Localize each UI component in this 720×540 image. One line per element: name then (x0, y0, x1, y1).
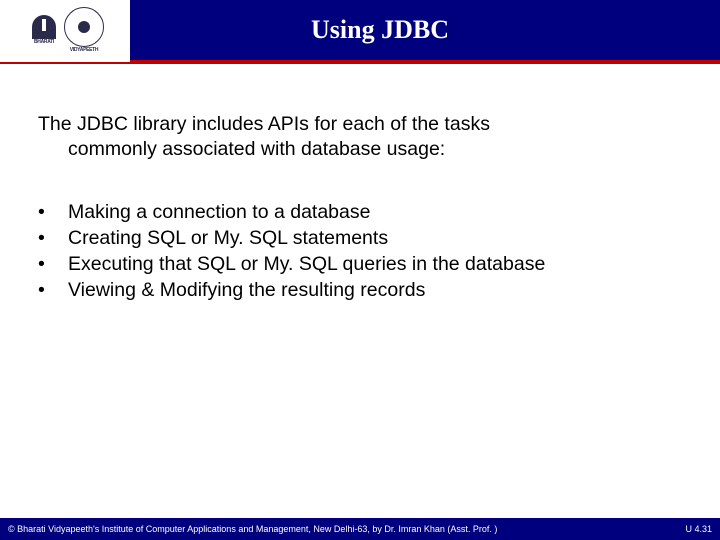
logo-text-right: VIDYAPEETH (66, 48, 102, 53)
logo-text-left: BHARATI (26, 40, 62, 45)
logo-emblem-right: VIDYAPEETH (64, 7, 104, 53)
slide-header: BHARATI VIDYAPEETH Using JDBC (0, 0, 720, 64)
intro-line-2: commonly associated with database usage: (38, 137, 682, 162)
list-item: •Making a connection to a database (38, 200, 682, 225)
logo: BHARATI VIDYAPEETH (0, 0, 130, 62)
list-item: •Executing that SQL or My. SQL queries i… (38, 252, 682, 277)
intro-text: The JDBC library includes APIs for each … (38, 112, 682, 162)
footer-copyright: © Bharati Vidyapeeth's Institute of Comp… (8, 524, 497, 534)
list-item: •Viewing & Modifying the resulting recor… (38, 278, 682, 303)
slide-title: Using JDBC (130, 15, 720, 45)
slide-body: The JDBC library includes APIs for each … (0, 64, 720, 303)
bullet-text: Making a connection to a database (68, 200, 370, 225)
slide-footer: © Bharati Vidyapeeth's Institute of Comp… (0, 518, 720, 540)
bullet-list: •Making a connection to a database •Crea… (38, 200, 682, 303)
footer-page-number: U 4.31 (685, 524, 712, 534)
bullet-text: Creating SQL or My. SQL statements (68, 226, 388, 251)
logo-emblem-left: BHARATI (26, 15, 62, 45)
intro-line-1: The JDBC library includes APIs for each … (38, 113, 490, 135)
bullet-text: Viewing & Modifying the resulting record… (68, 278, 425, 303)
list-item: •Creating SQL or My. SQL statements (38, 226, 682, 251)
bullet-text: Executing that SQL or My. SQL queries in… (68, 252, 545, 277)
